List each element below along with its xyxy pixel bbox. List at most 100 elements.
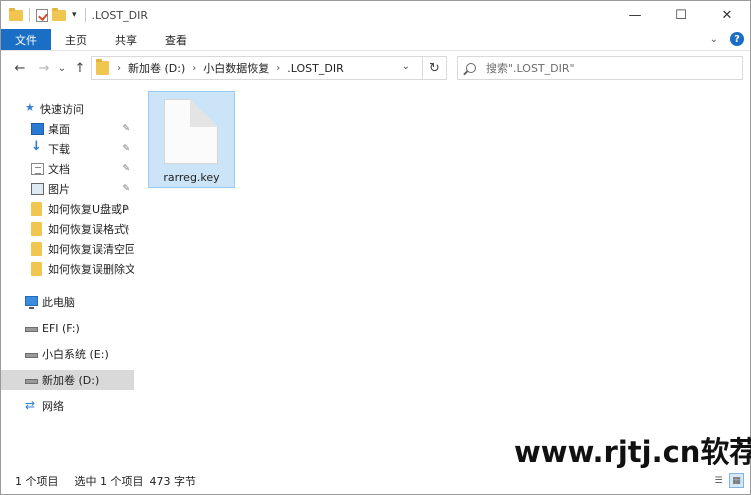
status-bar: 1 个项目 选中 1 个项目 473 字节 ☰ ▦ <box>1 469 750 493</box>
title-bar: ▾ .LOST_DIR — ☐ ✕ <box>1 1 750 29</box>
navigation-bar: ← → ⌄ ↑ › 新加卷 (D:) › 小白数据恢复 › .LOST_DIR … <box>1 52 750 84</box>
address-dropdown-icon[interactable]: ⌄ <box>402 61 410 72</box>
pin-icon: ✎ <box>122 164 130 174</box>
refresh-button[interactable]: ↻ <box>422 56 446 80</box>
ribbon-right: ⌄ ? <box>710 32 744 46</box>
sidebar-item-folder[interactable]: 如何恢复U盘或P ✎ <box>1 199 134 219</box>
folder-icon <box>31 242 42 256</box>
details-view-icon[interactable]: ☰ <box>711 473 726 488</box>
maximize-button[interactable]: ☐ <box>658 1 704 29</box>
sidebar-item-label: 文档 <box>48 163 70 176</box>
help-icon[interactable]: ? <box>730 32 744 46</box>
up-button[interactable]: ↑ <box>71 61 89 76</box>
document-icon <box>31 163 44 175</box>
folder-icon <box>96 59 109 75</box>
computer-icon <box>25 296 38 309</box>
breadcrumb-drive[interactable]: 新加卷 (D:) <box>128 60 185 76</box>
sidebar-item-label: 下载 <box>48 143 70 156</box>
sidebar-item-label: 如何恢复误格式( <box>48 223 130 236</box>
new-folder-icon[interactable] <box>52 7 66 21</box>
file-name: rarreg.key <box>163 171 220 184</box>
large-icons-view-icon[interactable]: ▦ <box>729 473 744 488</box>
sidebar-item-pictures[interactable]: 图片 ✎ <box>1 179 134 199</box>
toolbar-separator <box>29 8 30 22</box>
breadcrumb-separator[interactable]: › <box>276 63 280 74</box>
back-button[interactable]: ← <box>11 61 29 76</box>
tab-file[interactable]: 文件 <box>1 29 51 50</box>
search-input[interactable]: 搜索".LOST_DIR" <box>486 60 575 76</box>
folder-icon <box>31 222 42 236</box>
view-buttons: ☰ ▦ <box>711 473 744 488</box>
window-controls: — ☐ ✕ <box>612 1 750 29</box>
sidebar-item-folder[interactable]: 如何恢复误清空回收 <box>1 239 134 259</box>
network-icon: ⇄ <box>25 398 36 412</box>
folder-icon <box>9 7 23 21</box>
minimize-button[interactable]: — <box>612 1 658 29</box>
download-icon: ↓ <box>31 139 42 154</box>
pin-icon: ✎ <box>122 184 130 194</box>
customize-toolbar-icon[interactable]: ▾ <box>70 10 79 20</box>
breadcrumb-folder[interactable]: 小白数据恢复 <box>203 60 269 76</box>
sidebar-item-drive-system[interactable]: 小白系统 (E:) <box>1 344 134 364</box>
pin-icon: ✎ <box>122 144 130 154</box>
folder-icon <box>31 202 42 216</box>
selected-size: 473 字节 <box>149 475 197 488</box>
sidebar-item-documents[interactable]: 文档 ✎ <box>1 159 134 179</box>
navigation-pane: ★ 快速访问 桌面 ✎ ↓ 下载 ✎ 文档 ✎ 图片 ✎ 如何恢复U盘或P ✎ <box>1 93 134 463</box>
breadcrumb-current[interactable]: .LOST_DIR <box>287 62 343 75</box>
search-icon <box>466 63 476 73</box>
sidebar-item-network[interactable]: ⇄ 网络 <box>1 396 134 416</box>
ribbon-tabs: 文件 主页 共享 查看 ⌄ ? <box>1 29 750 51</box>
pin-icon: ✎ <box>122 204 130 214</box>
search-box[interactable]: 搜索".LOST_DIR" <box>457 56 743 80</box>
sidebar-item-drive-efi[interactable]: EFI (F:) <box>1 318 134 338</box>
sidebar-item-folder[interactable]: 如何恢复误删除文件 <box>1 259 134 279</box>
sidebar-item-label: 新加卷 (D:) <box>42 374 100 387</box>
pin-icon: ✎ <box>122 224 130 234</box>
drive-icon <box>25 353 38 358</box>
tab-view[interactable]: 查看 <box>151 29 201 50</box>
forward-button[interactable]: → <box>35 61 53 76</box>
sidebar-item-quick-access[interactable]: ★ 快速访问 <box>1 99 134 119</box>
sidebar-item-label: EFI (F:) <box>42 321 80 335</box>
sidebar-item-label: 此电脑 <box>42 296 75 309</box>
breadcrumb-separator[interactable]: › <box>117 63 121 74</box>
recent-locations-button[interactable]: ⌄ <box>53 63 71 74</box>
window-title: .LOST_DIR <box>91 8 148 22</box>
file-item[interactable]: rarreg.key <box>148 91 235 188</box>
desktop-icon <box>31 123 44 135</box>
folder-icon <box>31 262 42 276</box>
sidebar-item-label: 快速访问 <box>40 103 84 116</box>
close-button[interactable]: ✕ <box>704 1 750 29</box>
tab-share[interactable]: 共享 <box>101 29 151 50</box>
sidebar-item-drive-d[interactable]: 新加卷 (D:) <box>1 370 134 390</box>
sidebar-item-label: 小白系统 (E:) <box>42 348 109 361</box>
sidebar-item-this-pc[interactable]: 此电脑 <box>1 292 134 312</box>
sidebar-item-label: 桌面 <box>48 123 70 136</box>
properties-icon[interactable] <box>36 8 48 22</box>
sidebar-item-label: 图片 <box>48 183 70 196</box>
drive-icon <box>25 327 38 332</box>
toolbar-separator <box>84 8 86 22</box>
sidebar-item-desktop[interactable]: 桌面 ✎ <box>1 119 134 139</box>
tab-home[interactable]: 主页 <box>51 29 101 50</box>
sidebar-item-label: 如何恢复U盘或P <box>48 203 129 216</box>
chevron-down-icon[interactable]: ⌄ <box>710 34 718 45</box>
selected-count: 选中 1 个项目 <box>74 475 144 488</box>
pin-icon: ✎ <box>122 124 130 134</box>
breadcrumb-separator[interactable]: › <box>192 63 196 74</box>
drive-icon <box>25 379 38 384</box>
pictures-icon <box>31 183 44 195</box>
sidebar-item-label: 网络 <box>42 400 64 413</box>
item-count: 1 个项目 <box>15 475 59 488</box>
explorer-window: ▾ .LOST_DIR — ☐ ✕ 文件 主页 共享 查看 ⌄ ? ← → ⌄ … <box>0 0 751 495</box>
sidebar-item-label: 如何恢复误清空回收 <box>48 243 134 256</box>
watermark: www.rjtj.cn软荐网 <box>514 435 751 469</box>
address-bar[interactable]: › 新加卷 (D:) › 小白数据恢复 › .LOST_DIR ⌄ <box>91 56 447 80</box>
file-icon <box>164 99 218 164</box>
quick-access-toolbar: ▾ <box>1 7 88 22</box>
sidebar-item-downloads[interactable]: ↓ 下载 ✎ <box>1 139 134 159</box>
sidebar-item-folder[interactable]: 如何恢复误格式( ✎ <box>1 219 134 239</box>
star-icon: ★ <box>25 101 35 114</box>
sidebar-item-label: 如何恢复误删除文件 <box>48 263 134 276</box>
